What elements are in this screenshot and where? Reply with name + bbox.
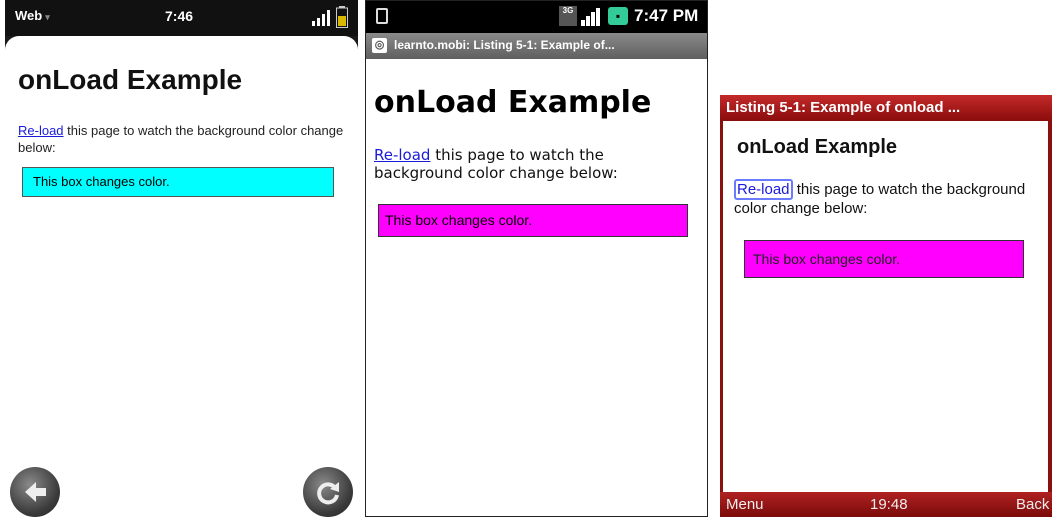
page-heading: onLoad Example <box>737 136 898 158</box>
page-title: Listing 5-1: Example of onload ... <box>726 99 961 116</box>
menu-softkey[interactable]: Menu <box>726 496 764 513</box>
battery-icon <box>336 6 348 28</box>
browser-title-bar: Listing 5-1: Example of onload ... <box>720 95 1052 121</box>
sd-card-icon <box>376 8 388 24</box>
battery-icon: ▪ <box>608 7 628 25</box>
instruction-paragraph: Re-load this page to watch the backgroun… <box>734 179 1034 218</box>
globe-icon: ◎ <box>372 38 387 53</box>
back-button[interactable] <box>10 467 60 517</box>
instruction-paragraph: Re-load this page to watch the backgroun… <box>374 146 684 182</box>
signal-icon <box>312 10 330 26</box>
status-bar: Web ▾ 7:46 <box>5 0 358 36</box>
symbian-phone-screen: Listing 5-1: Example of onload ... onLoa… <box>720 0 1052 517</box>
reload-link[interactable]: Re-load <box>18 123 64 138</box>
instruction-paragraph: Re-load this page to watch the backgroun… <box>18 122 348 156</box>
network-type-icon: 3G <box>559 6 577 26</box>
softkey-clock: 19:48 <box>870 496 908 513</box>
color-box: This box changes color. <box>22 167 334 197</box>
status-bar: 3G ▪ 7:47 PM <box>366 1 707 33</box>
refresh-button[interactable] <box>303 467 353 517</box>
signal-icon <box>581 8 600 26</box>
browser-viewport: onLoad Example Re-load this page to watc… <box>5 36 358 517</box>
color-box: This box changes color. <box>744 240 1024 278</box>
status-time: 7:46 <box>165 8 194 24</box>
chevron-down-icon: ▾ <box>45 12 50 22</box>
back-softkey[interactable]: Back <box>1016 496 1049 513</box>
carrier-label: Web <box>15 8 43 23</box>
carrier-menu[interactable]: Web ▾ <box>15 8 50 23</box>
browser-title-bar[interactable]: ◎ learnto.mobi: Listing 5-1: Example of.… <box>366 33 707 59</box>
back-arrow-icon <box>25 482 46 502</box>
reload-link[interactable]: Re-load <box>374 146 430 164</box>
android-phone-screen: 3G ▪ 7:47 PM ◎ learnto.mobi: Listing 5-1… <box>365 0 708 517</box>
page-heading: onLoad Example <box>18 64 243 95</box>
instruction-text: this page to watch the background color … <box>18 123 344 155</box>
softkey-bar: Menu 19:48 Back <box>720 492 1052 517</box>
reload-link[interactable]: Re-load <box>734 179 793 200</box>
refresh-icon <box>317 482 339 505</box>
color-box: This box changes color. <box>378 204 688 237</box>
webos-phone-screen: Web ▾ 7:46 onLoad Example Re-load this pa… <box>5 0 358 517</box>
page-heading: onLoad Example <box>374 85 652 120</box>
status-time: 7:47 PM <box>634 6 699 25</box>
page-title: learnto.mobi: Listing 5-1: Example of... <box>394 38 615 52</box>
